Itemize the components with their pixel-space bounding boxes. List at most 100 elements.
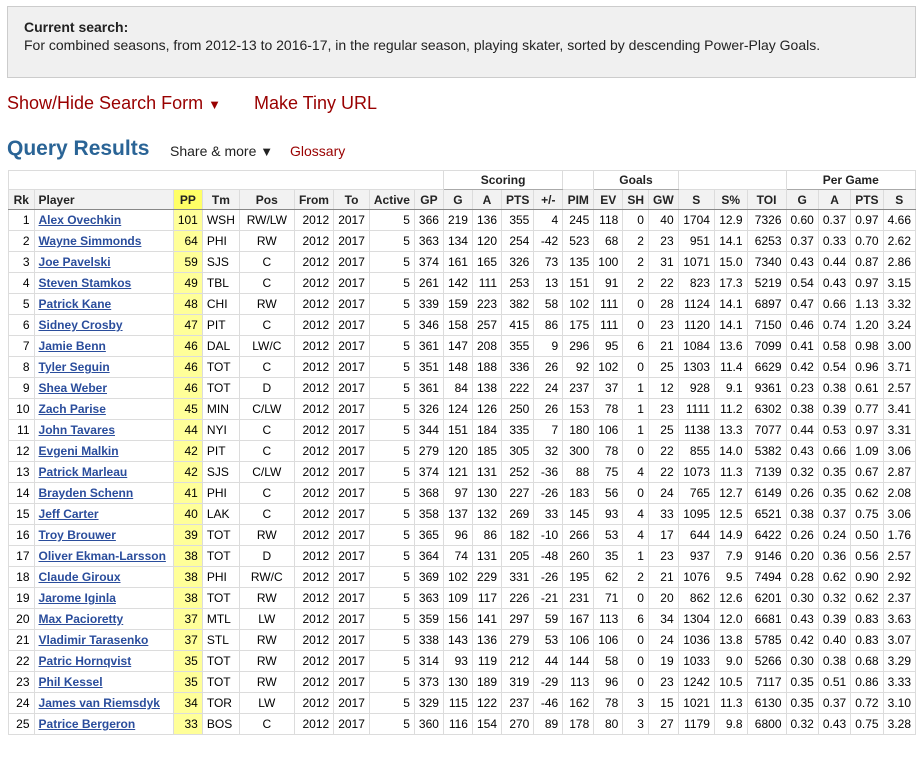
player-link[interactable]: Jeff Carter — [39, 507, 99, 521]
player-link[interactable]: Sidney Crosby — [39, 318, 123, 332]
player-link[interactable]: Shea Weber — [39, 381, 107, 395]
column-header-16[interactable]: GW — [647, 189, 679, 210]
player-cell[interactable]: Patrice Bergeron — [33, 713, 174, 735]
player-cell[interactable]: John Tavares — [33, 419, 174, 441]
player-cell[interactable]: Max Pacioretty — [33, 608, 174, 630]
column-header-23[interactable]: S — [882, 189, 916, 210]
cell-18: 14.1 — [713, 314, 748, 336]
player-link[interactable]: John Tavares — [39, 423, 115, 437]
player-cell[interactable]: Steven Stamkos — [33, 272, 174, 294]
column-header-9[interactable]: G — [442, 189, 473, 210]
column-header-10[interactable]: A — [471, 189, 503, 210]
cell-20: 0.30 — [785, 650, 819, 672]
cell-21: 0.54 — [817, 356, 852, 378]
player-link[interactable]: Wayne Simmonds — [39, 234, 142, 248]
player-cell[interactable]: Jeff Carter — [33, 503, 174, 525]
column-header-18[interactable]: S% — [713, 189, 748, 210]
column-header-7[interactable]: Active — [368, 189, 415, 210]
make-tiny-url-link[interactable]: Make Tiny URL — [254, 93, 377, 113]
cell-11: 415 — [501, 314, 535, 336]
column-header-15[interactable]: SH — [622, 189, 649, 210]
cell-7: 5 — [368, 314, 415, 336]
player-cell[interactable]: Brayden Schenn — [33, 482, 174, 504]
column-header-0[interactable]: Rk — [8, 189, 35, 210]
player-cell[interactable]: Shea Weber — [33, 377, 174, 399]
player-link[interactable]: Patrick Kane — [39, 297, 112, 311]
cell-9: 158 — [442, 314, 473, 336]
player-cell[interactable]: Patrick Kane — [33, 293, 174, 315]
player-cell[interactable]: Jarome Iginla — [33, 587, 174, 609]
player-cell[interactable]: Joe Pavelski — [33, 251, 174, 273]
player-cell[interactable]: Phil Kessel — [33, 671, 174, 693]
player-link[interactable]: Patric Hornqvist — [39, 654, 132, 668]
player-cell[interactable]: Wayne Simmonds — [33, 230, 174, 252]
column-header-6[interactable]: To — [333, 189, 370, 210]
cell-3: TOT — [201, 671, 240, 693]
cell-11: 237 — [501, 692, 535, 714]
player-cell[interactable]: Patric Hornqvist — [33, 650, 174, 672]
cell-5: 2012 — [293, 335, 335, 357]
column-header-8[interactable]: GP — [413, 189, 444, 210]
player-link[interactable]: Vladimir Tarasenko — [39, 633, 149, 647]
column-header-19[interactable]: TOI — [746, 189, 787, 210]
player-link[interactable]: Evgeni Malkin — [39, 444, 119, 458]
player-link[interactable]: Zach Parise — [39, 402, 106, 416]
player-cell[interactable]: Troy Brouwer — [33, 524, 174, 546]
column-header-13[interactable]: PIM — [562, 189, 595, 210]
player-link[interactable]: Steven Stamkos — [39, 276, 132, 290]
cell-8: 374 — [413, 461, 444, 483]
column-header-22[interactable]: PTS — [850, 189, 884, 210]
column-header-5[interactable]: From — [293, 189, 335, 210]
cell-16: 15 — [647, 692, 679, 714]
player-link[interactable]: Oliver Ekman-Larsson — [39, 549, 166, 563]
player-link[interactable]: Alex Ovechkin — [39, 213, 122, 227]
cell-10: 122 — [471, 692, 503, 714]
player-cell[interactable]: Patrick Marleau — [33, 461, 174, 483]
cell-18: 11.2 — [713, 398, 748, 420]
player-cell[interactable]: Vladimir Tarasenko — [33, 629, 174, 651]
player-link[interactable]: Phil Kessel — [39, 675, 103, 689]
cell-14: 62 — [593, 566, 624, 588]
player-link[interactable]: Brayden Schenn — [39, 486, 134, 500]
player-link[interactable]: Jarome Iginla — [39, 591, 116, 605]
player-link[interactable]: Jamie Benn — [39, 339, 106, 353]
cell-17: 1303 — [677, 356, 715, 378]
glossary-link[interactable]: Glossary — [290, 143, 345, 159]
player-cell[interactable]: Sidney Crosby — [33, 314, 174, 336]
player-cell[interactable]: Oliver Ekman-Larsson — [33, 545, 174, 567]
player-cell[interactable]: Jamie Benn — [33, 335, 174, 357]
player-cell[interactable]: Tyler Seguin — [33, 356, 174, 378]
player-link[interactable]: Troy Brouwer — [39, 528, 116, 542]
player-cell[interactable]: Zach Parise — [33, 398, 174, 420]
player-cell[interactable]: James van Riemsdyk — [33, 692, 174, 714]
column-header-21[interactable]: A — [817, 189, 852, 210]
player-link[interactable]: Claude Giroux — [39, 570, 121, 584]
player-link[interactable]: Patrick Marleau — [39, 465, 128, 479]
cell-11: 297 — [501, 608, 535, 630]
cell-14: 91 — [593, 272, 624, 294]
player-cell[interactable]: Evgeni Malkin — [33, 440, 174, 462]
table-row: 13 Patrick Marleau 42 SJS C/LW 2012 2017 5 374 12… — [8, 461, 916, 483]
column-header-12[interactable]: +/- — [533, 189, 564, 210]
cell-12: 13 — [533, 272, 564, 294]
column-header-11[interactable]: PTS — [501, 189, 535, 210]
cell-19: 6800 — [746, 713, 787, 735]
player-link[interactable]: James van Riemsdyk — [39, 696, 160, 710]
cell-22: 0.97 — [850, 272, 884, 294]
player-link[interactable]: Max Pacioretty — [39, 612, 124, 626]
column-header-1[interactable]: Player — [33, 189, 174, 210]
column-header-20[interactable]: G — [785, 189, 819, 210]
column-header-17[interactable]: S — [677, 189, 715, 210]
column-header-14[interactable]: EV — [593, 189, 624, 210]
player-link[interactable]: Patrice Bergeron — [39, 717, 136, 731]
column-header-4[interactable]: Pos — [238, 189, 295, 210]
share-and-more-menu[interactable]: Share & more ▼ — [170, 143, 273, 159]
show-hide-search-form-link[interactable]: Show/Hide Search Form ▼ — [7, 93, 221, 113]
player-link[interactable]: Joe Pavelski — [39, 255, 111, 269]
cell-16: 23 — [647, 314, 679, 336]
column-header-3[interactable]: Tm — [201, 189, 240, 210]
player-link[interactable]: Tyler Seguin — [39, 360, 110, 374]
player-cell[interactable]: Claude Giroux — [33, 566, 174, 588]
player-cell[interactable]: Alex Ovechkin — [33, 209, 174, 231]
column-header-2[interactable]: PP — [172, 189, 203, 210]
